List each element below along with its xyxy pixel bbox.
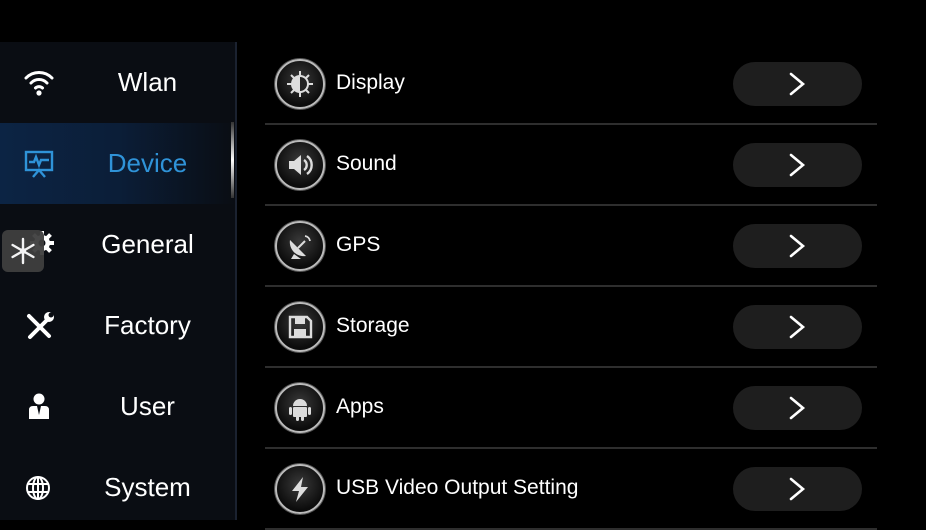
chevron-right-icon <box>789 477 806 501</box>
row-label: Sound <box>336 152 397 175</box>
row-label: USB Video Output Setting <box>336 476 579 499</box>
open-button[interactable] <box>733 62 862 106</box>
chevron-right-icon <box>789 396 806 420</box>
row-label: Storage <box>336 314 410 337</box>
satellite-dish-icon <box>275 221 325 271</box>
sidebar-item-device[interactable]: Device <box>0 123 235 204</box>
sidebar-item-label: Factory <box>104 310 191 340</box>
sidebar: Wlan Device General Factory User System <box>0 42 237 520</box>
open-button[interactable] <box>733 224 862 268</box>
sidebar-item-factory[interactable]: Factory <box>0 285 235 366</box>
chevron-right-icon <box>789 315 806 339</box>
settings-row-display[interactable]: Display <box>265 44 877 125</box>
settings-row-usb-video-output-setting[interactable]: USB Video Output Setting <box>265 449 877 530</box>
sidebar-item-system[interactable]: System <box>0 447 235 528</box>
open-button[interactable] <box>733 386 862 430</box>
open-button[interactable] <box>733 305 862 349</box>
sidebar-item-wlan[interactable]: Wlan <box>0 42 235 123</box>
row-label: Display <box>336 71 405 94</box>
settings-row-gps[interactable]: GPS <box>265 206 877 287</box>
speaker-icon <box>275 140 325 190</box>
globe-icon <box>26 476 50 500</box>
lightning-icon <box>275 464 325 514</box>
sidebar-item-label: User <box>120 391 175 421</box>
user-suit-icon <box>29 393 49 419</box>
sidebar-item-label: Device <box>107 148 188 178</box>
settings-row-apps[interactable]: Apps <box>265 368 877 449</box>
settings-row-sound[interactable]: Sound <box>265 125 877 206</box>
tools-icon <box>27 312 54 339</box>
sidebar-item-label: Wlan <box>117 67 178 97</box>
open-button[interactable] <box>733 143 862 187</box>
android-icon <box>275 383 325 433</box>
chevron-right-icon <box>789 72 806 96</box>
snowflake-icon <box>11 237 35 265</box>
sidebar-item-user[interactable]: User <box>0 366 235 447</box>
row-label: Apps <box>336 395 384 418</box>
sidebar-item-label: General <box>101 229 194 259</box>
active-indicator <box>231 122 234 198</box>
sidebar-item-label: System <box>104 472 191 502</box>
row-label: GPS <box>336 233 381 256</box>
settings-row-storage[interactable]: Storage <box>265 287 877 368</box>
floppy-disk-icon <box>275 302 325 352</box>
floating-badge[interactable] <box>2 230 44 272</box>
open-button[interactable] <box>733 467 862 511</box>
wifi-icon <box>24 71 54 96</box>
chevron-right-icon <box>789 153 806 177</box>
brightness-icon <box>275 59 325 109</box>
chevron-right-icon <box>789 234 806 258</box>
monitor-pulse-icon <box>24 150 54 178</box>
